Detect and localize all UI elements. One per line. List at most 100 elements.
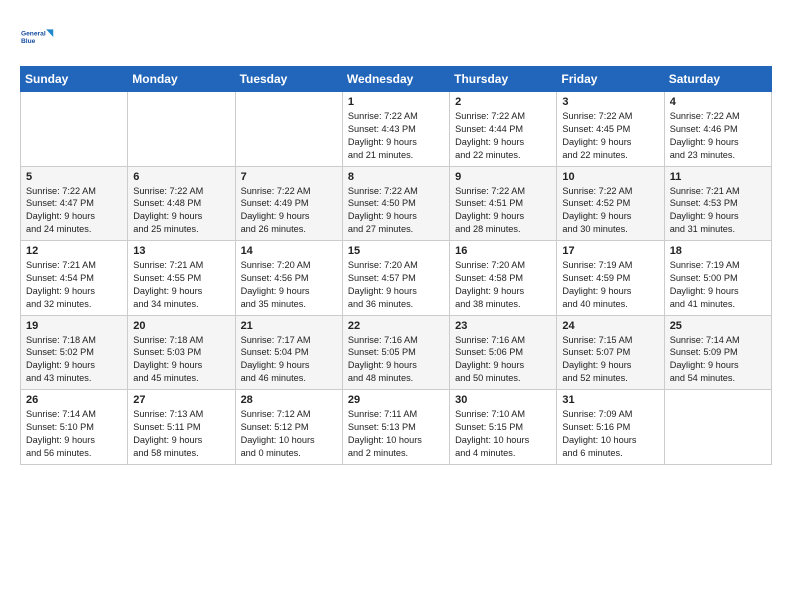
calendar-cell: 1Sunrise: 7:22 AMSunset: 4:43 PMDaylight… [342,92,449,167]
cell-text: Sunset: 4:57 PM [348,272,444,285]
cell-text: and 56 minutes. [26,447,122,460]
cell-text: Sunrise: 7:22 AM [562,185,658,198]
day-number: 10 [562,171,658,183]
day-number: 29 [348,394,444,406]
day-number: 1 [348,96,444,108]
cell-text: Sunrise: 7:22 AM [562,110,658,123]
calendar-cell: 18Sunrise: 7:19 AMSunset: 5:00 PMDayligh… [664,241,771,316]
cell-text: Sunrise: 7:19 AM [670,259,766,272]
calendar-cell: 19Sunrise: 7:18 AMSunset: 5:02 PMDayligh… [21,315,128,390]
cell-text: and 28 minutes. [455,223,551,236]
day-number: 22 [348,320,444,332]
calendar-cell: 5Sunrise: 7:22 AMSunset: 4:47 PMDaylight… [21,166,128,241]
cell-text: Sunrise: 7:12 AM [241,408,337,421]
week-row-2: 5Sunrise: 7:22 AMSunset: 4:47 PMDaylight… [21,166,772,241]
calendar-cell [235,92,342,167]
cell-text: Sunrise: 7:20 AM [241,259,337,272]
cell-text: Sunrise: 7:18 AM [133,334,229,347]
cell-text: Daylight: 9 hours [241,285,337,298]
cell-text: Sunset: 5:02 PM [26,346,122,359]
cell-text: Sunrise: 7:09 AM [562,408,658,421]
cell-text: Sunset: 5:11 PM [133,421,229,434]
cell-text: Sunset: 4:50 PM [348,197,444,210]
cell-text: and 27 minutes. [348,223,444,236]
cell-text: Sunset: 5:00 PM [670,272,766,285]
cell-text: and 22 minutes. [562,149,658,162]
cell-text: Sunrise: 7:22 AM [348,185,444,198]
cell-text: and 58 minutes. [133,447,229,460]
calendar-cell: 8Sunrise: 7:22 AMSunset: 4:50 PMDaylight… [342,166,449,241]
cell-text: Daylight: 9 hours [133,434,229,447]
cell-text: Sunset: 5:09 PM [670,346,766,359]
day-number: 3 [562,96,658,108]
calendar-cell: 10 Sunrise: 7:22 AMSunset: 4:52 PMDayligh… [557,166,664,241]
cell-text: Sunrise: 7:22 AM [133,185,229,198]
day-number: 12 [26,245,122,257]
cell-text: Sunrise: 7:21 AM [26,259,122,272]
calendar-cell: 2Sunrise: 7:22 AMSunset: 4:44 PMDaylight… [450,92,557,167]
cell-text: Sunset: 4:51 PM [455,197,551,210]
day-number: 8 [348,171,444,183]
cell-text: and 38 minutes. [455,298,551,311]
cell-text: Daylight: 9 hours [455,136,551,149]
calendar-cell: 11Sunrise: 7:21 AMSunset: 4:53 PMDayligh… [664,166,771,241]
cell-text: Daylight: 9 hours [133,210,229,223]
cell-text: Sunset: 4:56 PM [241,272,337,285]
cell-text: and 50 minutes. [455,372,551,385]
calendar-cell: 15Sunrise: 7:20 AMSunset: 4:57 PMDayligh… [342,241,449,316]
cell-text: Daylight: 9 hours [455,210,551,223]
calendar-cell: 26Sunrise: 7:14 AMSunset: 5:10 PMDayligh… [21,390,128,465]
day-number: 26 [26,394,122,406]
calendar-cell: 25Sunrise: 7:14 AMSunset: 5:09 PMDayligh… [664,315,771,390]
cell-text: Sunrise: 7:18 AM [26,334,122,347]
day-number: 4 [670,96,766,108]
cell-text: Sunset: 4:46 PM [670,123,766,136]
cell-text: Sunset: 4:49 PM [241,197,337,210]
svg-text:Blue: Blue [21,38,36,45]
cell-text: Sunrise: 7:13 AM [133,408,229,421]
cell-text: and 24 minutes. [26,223,122,236]
weekday-header-friday: Friday [557,67,664,92]
cell-text: Sunset: 5:13 PM [348,421,444,434]
calendar-cell: 16Sunrise: 7:20 AMSunset: 4:58 PMDayligh… [450,241,557,316]
cell-text: and 22 minutes. [455,149,551,162]
cell-text: Sunrise: 7:11 AM [348,408,444,421]
cell-text: Sunrise: 7:16 AM [348,334,444,347]
cell-text: Daylight: 9 hours [455,285,551,298]
cell-text: Sunset: 4:58 PM [455,272,551,285]
cell-text: Daylight: 9 hours [348,136,444,149]
cell-text: Sunrise: 7:17 AM [241,334,337,347]
week-row-5: 26Sunrise: 7:14 AMSunset: 5:10 PMDayligh… [21,390,772,465]
day-number: 6 [133,171,229,183]
calendar-cell: 13Sunrise: 7:21 AMSunset: 4:55 PMDayligh… [128,241,235,316]
cell-text: Daylight: 9 hours [26,285,122,298]
day-number: 21 [241,320,337,332]
cell-text: Daylight: 9 hours [241,359,337,372]
cell-text: Sunrise: 7:19 AM [562,259,658,272]
day-number: 19 [26,320,122,332]
cell-text: and 21 minutes. [348,149,444,162]
cell-text: and 23 minutes. [670,149,766,162]
cell-text: and 4 minutes. [455,447,551,460]
day-number: 31 [562,394,658,406]
day-number: 13 [133,245,229,257]
cell-text: Daylight: 9 hours [562,359,658,372]
cell-text: Sunrise: 7:10 AM [455,408,551,421]
day-number: 7 [241,171,337,183]
cell-text: Sunset: 4:52 PM [562,197,658,210]
day-number: 18 [670,245,766,257]
day-number: 9 [455,171,551,183]
calendar-cell [128,92,235,167]
cell-text: Daylight: 9 hours [562,285,658,298]
cell-text: Daylight: 9 hours [133,285,229,298]
cell-text: and 45 minutes. [133,372,229,385]
cell-text: Daylight: 9 hours [348,285,444,298]
cell-text: Daylight: 9 hours [562,210,658,223]
cell-text: Sunset: 5:06 PM [455,346,551,359]
weekday-header-monday: Monday [128,67,235,92]
calendar-cell: 20Sunrise: 7:18 AMSunset: 5:03 PMDayligh… [128,315,235,390]
weekday-header-wednesday: Wednesday [342,67,449,92]
day-number: 15 [348,245,444,257]
cell-text: and 0 minutes. [241,447,337,460]
calendar-cell: 22Sunrise: 7:16 AMSunset: 5:05 PMDayligh… [342,315,449,390]
